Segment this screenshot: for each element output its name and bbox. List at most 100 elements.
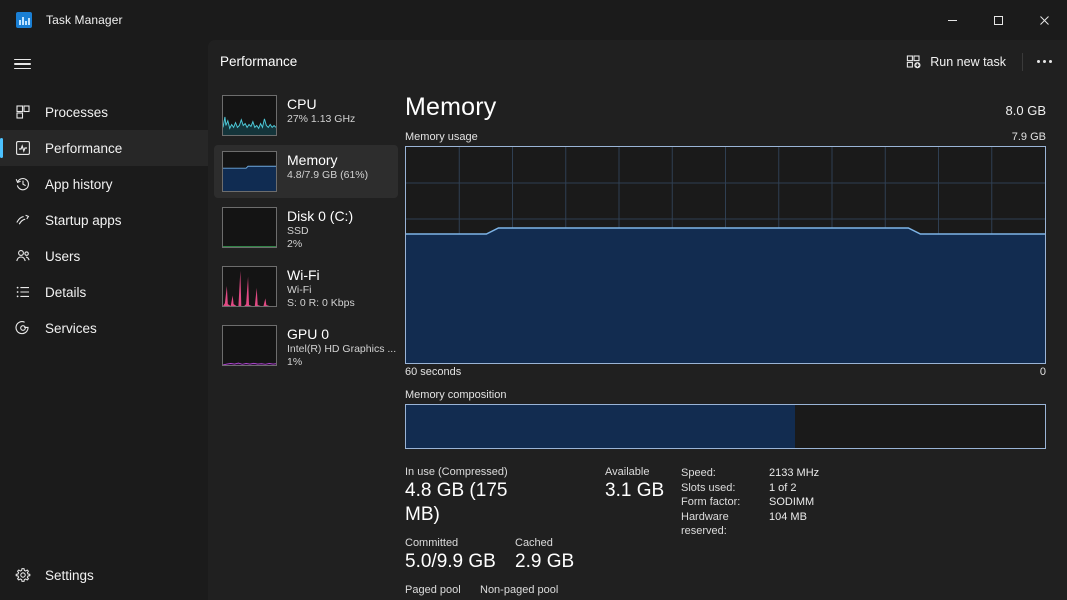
sidebar-item-label: App history bbox=[45, 176, 113, 192]
sidebar-item-startup-apps[interactable]: Startup apps bbox=[0, 202, 208, 238]
tile-gpu-0[interactable]: GPU 0 Intel(R) HD Graphics ... 1% bbox=[214, 319, 398, 375]
memory-usage-graph bbox=[405, 146, 1046, 364]
task-manager-window: Task Manager Processes Performance App h… bbox=[0, 0, 1067, 600]
stats-column-available: Available 3.1 GB bbox=[605, 465, 673, 600]
tile-text: GPU 0 Intel(R) HD Graphics ... 1% bbox=[287, 325, 397, 369]
tile-memory[interactable]: Memory 4.8/7.9 GB (61%) bbox=[214, 145, 398, 198]
info-row-speed: Speed: 2133 MHz bbox=[681, 466, 1046, 481]
tile-wifi[interactable]: Wi-Fi Wi-Fi S: 0 R: 0 Kbps bbox=[214, 260, 398, 316]
stat-committed: Committed 5.0/9.9 GB bbox=[405, 536, 515, 574]
stat-label: In use (Compressed) bbox=[405, 466, 508, 478]
page-title: Performance bbox=[220, 54, 298, 69]
tile-text: Disk 0 (C:) SSD 2% bbox=[287, 207, 353, 251]
info-row-hardware-reserved: Hardware reserved: 104 MB bbox=[681, 510, 1046, 539]
wifi-thumbnail-graph bbox=[222, 266, 277, 307]
info-value: 1 of 2 bbox=[769, 481, 797, 494]
sidebar-item-label: Users bbox=[45, 248, 81, 264]
tile-text: Memory 4.8/7.9 GB (61%) bbox=[287, 151, 368, 182]
processes-icon bbox=[14, 104, 31, 121]
stat-value: 2.9 GB bbox=[515, 551, 575, 572]
stats-row-2: Committed 5.0/9.9 GB Cached 2.9 GB bbox=[405, 536, 605, 583]
info-key: Hardware reserved: bbox=[681, 510, 729, 538]
tile-subtitle-2: 2% bbox=[287, 238, 303, 250]
more-options-button[interactable] bbox=[1029, 47, 1059, 77]
stat-label: Paged pool bbox=[405, 584, 461, 596]
graph-max-label: 7.9 GB bbox=[1011, 131, 1046, 143]
memory-total: 8.0 GB bbox=[1005, 103, 1046, 118]
tile-text: CPU 27% 1.13 GHz bbox=[287, 95, 355, 126]
stats-column-left: In use (Compressed) 4.8 GB (175 MB) Comm… bbox=[405, 465, 605, 600]
info-key: Speed: bbox=[681, 467, 716, 479]
info-value: SODIMM bbox=[769, 496, 815, 508]
tile-subtitle: 4.8/7.9 GB (61%) bbox=[287, 169, 369, 181]
info-row-slots-used: Slots used: 1 of 2 bbox=[681, 481, 1046, 496]
stat-label: Committed bbox=[405, 537, 459, 549]
run-new-task-icon bbox=[906, 54, 922, 70]
graph-label: Memory usage bbox=[405, 131, 478, 143]
stat-in-use: In use (Compressed) 4.8 GB (175 MB) bbox=[405, 465, 547, 527]
gpu-thumbnail-graph bbox=[222, 325, 277, 366]
tile-title: Wi-Fi bbox=[287, 267, 320, 283]
sidebar-item-app-history[interactable]: App history bbox=[0, 166, 208, 202]
sidebar-item-label: Performance bbox=[45, 140, 123, 156]
stat-paged-pool: Paged pool 326 MB bbox=[405, 583, 480, 600]
sidebar-item-details[interactable]: Details bbox=[0, 274, 208, 310]
sidebar-item-label: Startup apps bbox=[45, 212, 122, 228]
axis-right-label: 0 bbox=[1039, 366, 1046, 378]
performance-icon bbox=[14, 140, 31, 157]
memory-composition-bar bbox=[405, 404, 1046, 449]
axis-spacer bbox=[461, 366, 1040, 378]
composition-segment-in-use bbox=[406, 405, 796, 448]
memory-detail-pane: Memory 8.0 GB Memory usage 7.9 GB 60 sec… bbox=[400, 83, 1067, 600]
graph-label-row: Memory usage 7.9 GB bbox=[405, 131, 1046, 143]
tile-subtitle: 27% 1.13 GHz bbox=[287, 113, 356, 125]
sidebar-nav: Processes Performance App history Startu… bbox=[0, 94, 208, 346]
content-header: Performance Run new task bbox=[208, 40, 1067, 83]
header-separator bbox=[1022, 52, 1023, 71]
info-value: 2133 MHz bbox=[769, 467, 820, 479]
close-button[interactable] bbox=[1021, 0, 1067, 40]
memory-thumbnail-graph bbox=[222, 151, 277, 192]
graph-axis-row: 60 seconds 0 bbox=[405, 366, 1046, 378]
content-area: Performance Run new task CPU 27% 1.13 GH… bbox=[208, 40, 1067, 600]
info-row-form-factor: Form factor: SODIMM bbox=[681, 495, 1046, 510]
memory-composition-label: Memory composition bbox=[405, 389, 507, 401]
services-icon bbox=[14, 320, 31, 337]
window-title: Task Manager bbox=[46, 13, 123, 27]
sidebar-item-label: Details bbox=[45, 284, 87, 300]
composition-segment-modified-standby bbox=[795, 405, 1028, 448]
stat-label: Cached bbox=[515, 537, 553, 549]
details-icon bbox=[14, 284, 31, 301]
resource-tile-list: CPU 27% 1.13 GHz Memory 4.8/7.9 GB (61%)… bbox=[208, 83, 400, 600]
stat-label: Available bbox=[605, 466, 650, 478]
info-value: 104 MB bbox=[769, 510, 807, 523]
tile-cpu[interactable]: CPU 27% 1.13 GHz bbox=[214, 89, 398, 142]
sidebar: Processes Performance App history Startu… bbox=[0, 40, 208, 600]
hamburger-menu-icon[interactable] bbox=[0, 44, 208, 84]
minimize-button[interactable] bbox=[929, 0, 975, 40]
tile-disk-0[interactable]: Disk 0 (C:) SSD 2% bbox=[214, 201, 398, 257]
run-new-task-button[interactable]: Run new task bbox=[896, 47, 1016, 77]
window-body: Processes Performance App history Startu… bbox=[0, 40, 1067, 600]
sidebar-item-services[interactable]: Services bbox=[0, 310, 208, 346]
sidebar-item-settings[interactable]: Settings bbox=[0, 554, 208, 596]
memory-stats: In use (Compressed) 4.8 GB (175 MB) Comm… bbox=[405, 465, 1046, 600]
sidebar-item-processes[interactable]: Processes bbox=[0, 94, 208, 130]
tile-subtitle: Intel(R) HD Graphics ... bbox=[287, 343, 397, 355]
maximize-button[interactable] bbox=[975, 0, 1021, 40]
detail-title: Memory bbox=[405, 93, 497, 121]
tile-title: GPU 0 bbox=[287, 326, 330, 342]
cpu-thumbnail-graph bbox=[222, 95, 277, 136]
title-bar: Task Manager bbox=[0, 0, 1067, 40]
info-key: Slots used: bbox=[681, 481, 736, 494]
sidebar-item-performance[interactable]: Performance bbox=[0, 130, 208, 166]
sidebar-item-users[interactable]: Users bbox=[0, 238, 208, 274]
detail-header: Memory 8.0 GB bbox=[405, 83, 1046, 122]
stats-column-info: Speed: 2133 MHz Slots used: 1 of 2 Form … bbox=[673, 465, 1046, 600]
memory-usage-area bbox=[406, 228, 1045, 363]
stat-label: Non-paged pool bbox=[480, 584, 559, 596]
stats-row-3: Paged pool 326 MB Non-paged pool 256 MB bbox=[405, 583, 605, 600]
sidebar-item-label: Services bbox=[45, 320, 97, 336]
stats-columns: In use (Compressed) 4.8 GB (175 MB) Comm… bbox=[405, 465, 673, 600]
gear-icon bbox=[14, 567, 31, 584]
